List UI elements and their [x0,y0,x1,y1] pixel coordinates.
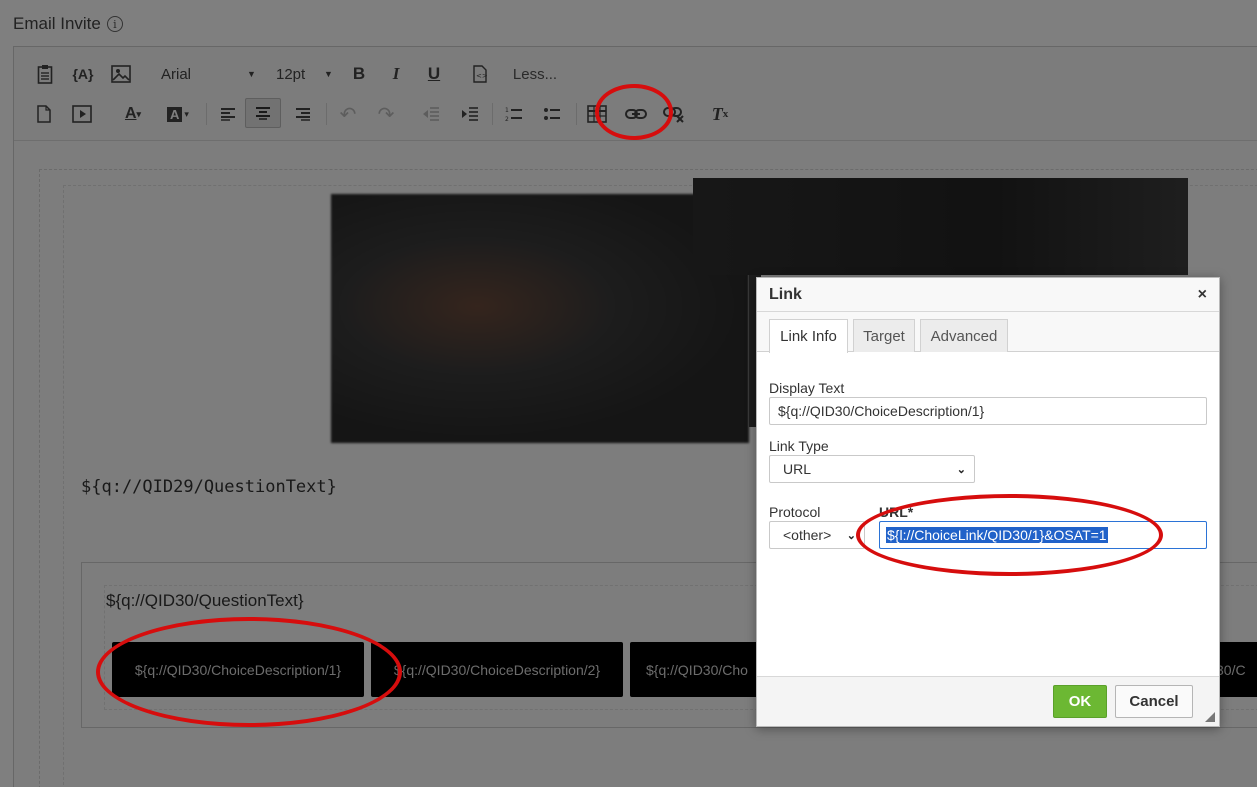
resize-handle-icon[interactable] [1205,712,1215,722]
dialog-tabs: Link Info Target Advanced [757,312,1219,353]
display-text-field[interactable]: ${q://QID30/ChoiceDescription/1} [769,397,1207,425]
annotation-circle-link-button [595,84,673,140]
link-type-label: Link Type [769,438,829,454]
annotation-circle-url-field [856,494,1163,576]
annotation-circle-choice-1 [96,617,402,727]
dialog-header: Link × [757,278,1219,312]
link-type-select[interactable]: URL ⌄ [769,455,975,483]
protocol-select[interactable]: <other> ⌄ [769,521,865,549]
link-type-value: URL [783,461,812,477]
tab-advanced[interactable]: Advanced [920,319,1008,352]
cancel-button[interactable]: Cancel [1115,685,1193,718]
dialog-footer: OK Cancel [757,676,1219,726]
protocol-label: Protocol [769,504,821,520]
close-icon[interactable]: × [1198,286,1207,304]
tab-target[interactable]: Target [853,319,915,352]
chevron-down-icon: ⌄ [846,529,856,542]
display-text-label: Display Text [769,380,845,396]
ok-button[interactable]: OK [1053,685,1107,718]
dialog-title: Link [769,285,802,303]
protocol-value: <other> [783,527,832,543]
tab-link-info[interactable]: Link Info [769,319,848,353]
chevron-down-icon: ⌄ [956,463,966,476]
